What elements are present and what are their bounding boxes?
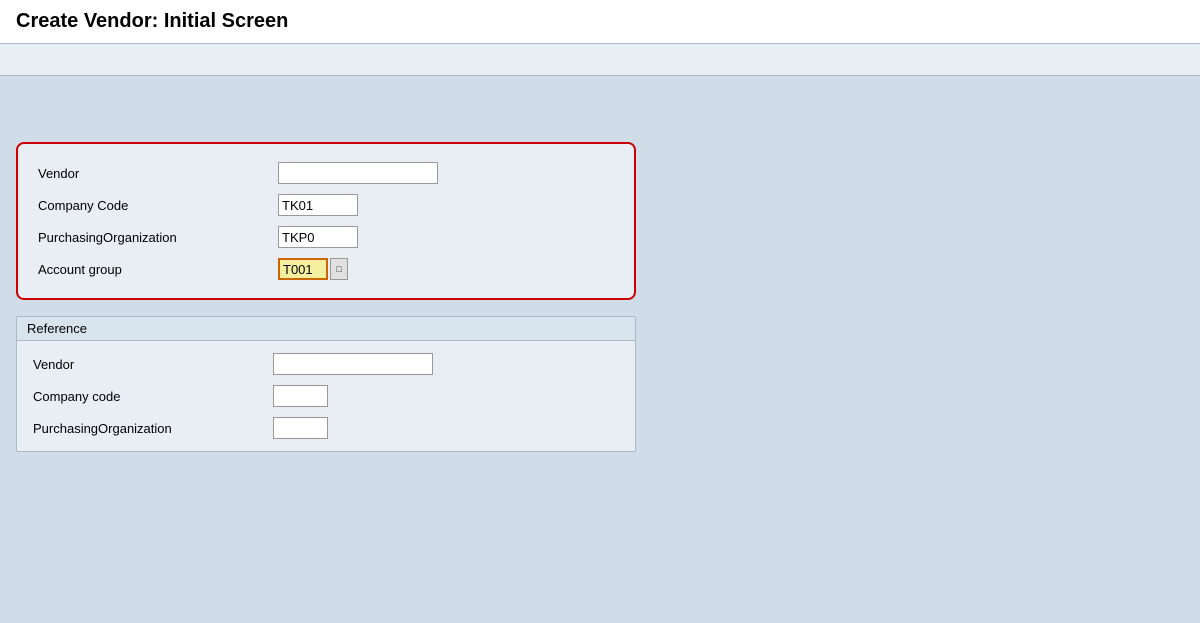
ref-purchasing-org-label: PurchasingOrganization bbox=[33, 421, 273, 436]
company-code-input[interactable] bbox=[278, 194, 358, 216]
purchasing-org-label: PurchasingOrganization bbox=[38, 230, 278, 245]
ref-purchasing-org-input[interactable] bbox=[273, 417, 328, 439]
account-group-lookup-button[interactable]: □ bbox=[330, 258, 348, 280]
company-code-row: Company Code bbox=[38, 192, 614, 218]
reference-section: Reference Vendor Company code Purchasing… bbox=[16, 316, 636, 452]
top-spacer bbox=[16, 96, 1184, 126]
account-group-input[interactable] bbox=[278, 258, 328, 280]
vendor-label: Vendor bbox=[38, 166, 278, 181]
account-group-input-group: □ bbox=[278, 258, 348, 280]
reference-body: Vendor Company code PurchasingOrganizati… bbox=[17, 341, 635, 451]
toolbar bbox=[0, 44, 1200, 76]
ref-vendor-input[interactable] bbox=[273, 353, 433, 375]
purchasing-org-row: PurchasingOrganization bbox=[38, 224, 614, 250]
ref-company-code-label: Company code bbox=[33, 389, 273, 404]
ref-vendor-row: Vendor bbox=[33, 351, 619, 377]
company-code-label: Company Code bbox=[38, 198, 278, 213]
purchasing-org-input[interactable] bbox=[278, 226, 358, 248]
main-container: Create Vendor: Initial Screen Vendor Com… bbox=[0, 0, 1200, 623]
ref-company-code-input[interactable] bbox=[273, 385, 328, 407]
account-group-label: Account group bbox=[38, 262, 278, 277]
ref-vendor-label: Vendor bbox=[33, 357, 273, 372]
page-title: Create Vendor: Initial Screen bbox=[0, 0, 1200, 44]
vendor-input[interactable] bbox=[278, 162, 438, 184]
vendor-form-section: Vendor Company Code PurchasingOrganizati… bbox=[16, 142, 636, 300]
reference-header: Reference bbox=[17, 317, 635, 341]
content-area: Vendor Company Code PurchasingOrganizati… bbox=[0, 76, 1200, 623]
ref-company-code-row: Company code bbox=[33, 383, 619, 409]
ref-purchasing-org-row: PurchasingOrganization bbox=[33, 415, 619, 441]
account-group-row: Account group □ bbox=[38, 256, 614, 282]
vendor-row: Vendor bbox=[38, 160, 614, 186]
